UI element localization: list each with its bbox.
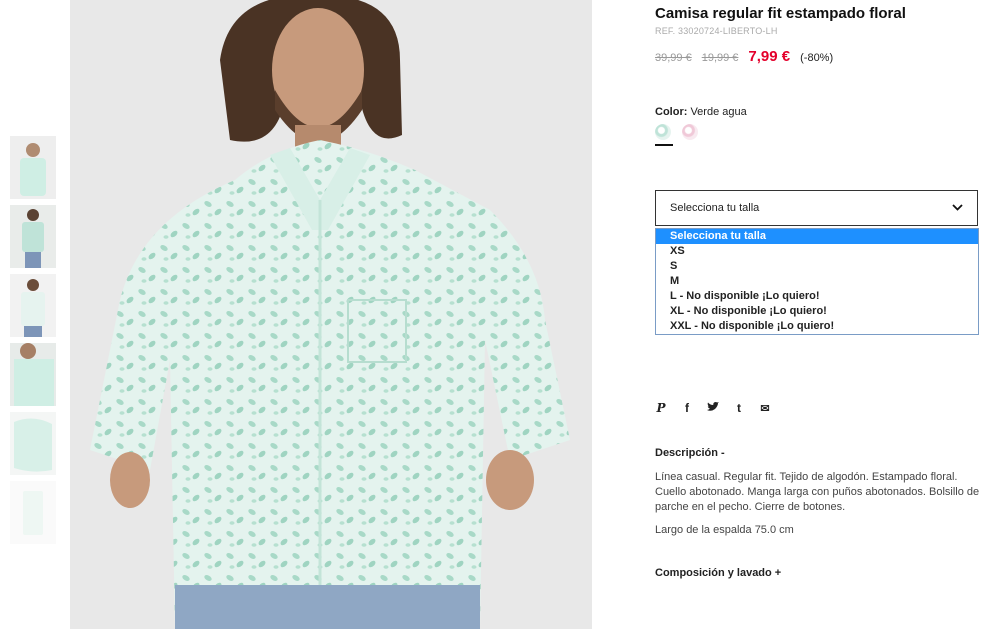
description-text: Línea casual. Regular fit. Tejido de alg… [655, 471, 980, 513]
composition-toggle[interactable]: Composición y lavado + [655, 567, 781, 579]
product-title: Camisa regular fit estampado floral [655, 5, 906, 22]
size-option[interactable]: XS [656, 244, 978, 259]
size-option[interactable]: M [656, 274, 978, 289]
size-option[interactable]: L - No disponible ¡Lo quiero! [656, 289, 978, 304]
thumbnail-1[interactable] [10, 136, 56, 199]
pinterest-icon[interactable]: P [655, 401, 667, 415]
twitter-icon[interactable] [707, 401, 719, 415]
sale-price: 7,99 € [748, 48, 791, 65]
previous-price: 19,99 € [701, 52, 739, 64]
thumbnail-strip [10, 136, 56, 550]
swatch-rosa[interactable] [682, 124, 698, 140]
swatch-verde-agua[interactable] [655, 124, 671, 140]
thumbnail-3[interactable] [10, 274, 56, 337]
description-length: Largo de la espalda 75.0 cm [655, 524, 794, 536]
size-option[interactable]: XL - No disponible ¡Lo quiero! [656, 304, 978, 319]
thumbnail-2[interactable] [10, 205, 56, 268]
size-select-value: Selecciona tu talla [670, 202, 760, 214]
email-icon[interactable]: ✉ [759, 402, 771, 415]
discount-badge: (-80%) [800, 52, 834, 64]
tumblr-icon[interactable]: t [733, 401, 745, 415]
size-dropdown-list: Selecciona tu talla XS S M L - No dispon… [655, 228, 979, 335]
color-label: Color: [655, 106, 688, 118]
thumbnail-6[interactable] [10, 481, 56, 544]
product-info-panel: Camisa regular fit estampado floral REF.… [655, 0, 985, 579]
size-option[interactable]: S [656, 259, 978, 274]
size-option[interactable]: Selecciona tu talla [656, 229, 978, 244]
size-select[interactable]: Selecciona tu talla [655, 190, 978, 226]
description-toggle[interactable]: Descripción - [655, 447, 725, 459]
color-swatches [655, 124, 985, 146]
original-price: 39,99 € [655, 52, 692, 64]
selected-swatch-indicator [655, 144, 673, 146]
product-main-image [70, 0, 592, 629]
chevron-down-icon [952, 202, 963, 214]
price-row: 39,99 € 19,99 € 7,99 € (-80%) [655, 48, 985, 65]
product-reference: REF. 33020724-LIBERTO-LH [655, 26, 778, 36]
description-body: Línea casual. Regular fit. Tejido de alg… [655, 470, 985, 546]
color-selector: Color: Verde agua [655, 106, 985, 146]
share-icons: P f t ✉ [655, 401, 771, 415]
swatch-verde-agua-wrap [655, 124, 673, 146]
facebook-icon[interactable]: f [681, 401, 693, 415]
color-value: Verde agua [690, 106, 747, 118]
thumbnail-5[interactable] [10, 412, 56, 475]
thumbnail-4[interactable] [10, 343, 56, 406]
size-option[interactable]: XXL - No disponible ¡Lo quiero! [656, 319, 978, 334]
